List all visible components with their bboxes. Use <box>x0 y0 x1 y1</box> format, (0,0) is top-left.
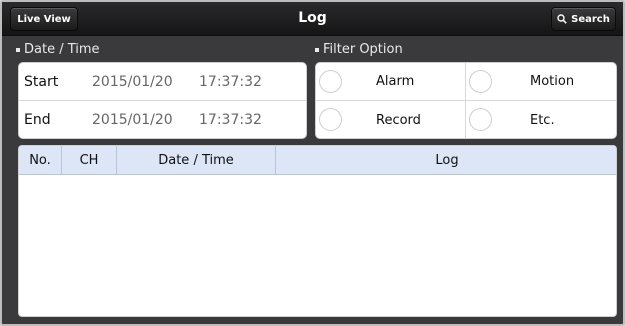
filter-option-label: Filter Option <box>323 42 403 57</box>
filter-record[interactable]: Record <box>316 101 466 139</box>
log-table-body[interactable] <box>19 175 616 316</box>
column-header-date-time[interactable]: Date / Time <box>117 146 276 175</box>
start-time[interactable]: 17:37:32 <box>199 74 262 90</box>
bullet-icon <box>315 47 319 52</box>
start-row[interactable]: Start 2015/01/20 17:37:32 <box>19 63 306 101</box>
record-radio[interactable] <box>319 108 342 131</box>
column-header-no[interactable]: No. <box>19 146 62 175</box>
start-date[interactable]: 2015/01/20 <box>92 74 173 90</box>
column-header-ch[interactable]: CH <box>62 146 117 175</box>
end-label: End <box>24 112 51 128</box>
end-row[interactable]: End 2015/01/20 17:37:32 <box>19 101 306 139</box>
search-label: Search <box>571 13 610 25</box>
top-bar: Live View Log Search <box>2 2 623 36</box>
filter-etc[interactable]: Etc. <box>466 101 616 139</box>
start-label: Start <box>24 73 59 90</box>
app-window: Live View Log Search Date / Time Filter … <box>0 0 625 326</box>
page-title: Log <box>298 10 327 26</box>
alarm-label: Alarm <box>376 74 415 89</box>
date-time-label: Date / Time <box>24 42 100 57</box>
end-date[interactable]: 2015/01/20 <box>92 112 173 128</box>
search-icon <box>557 14 567 24</box>
log-table-header: No. CH Date / Time Log <box>19 146 616 175</box>
filter-alarm[interactable]: Alarm <box>316 63 466 101</box>
bullet-icon <box>16 47 20 52</box>
etc-label: Etc. <box>530 112 555 128</box>
date-time-section-label: Date / Time <box>16 42 100 57</box>
filter-panel: Alarm Motion Record Etc. <box>315 62 617 139</box>
log-table: No. CH Date / Time Log <box>18 145 617 317</box>
date-time-panel: Start 2015/01/20 17:37:32 End 2015/01/20… <box>18 62 307 139</box>
search-button[interactable]: Search <box>551 7 616 31</box>
column-header-log[interactable]: Log <box>276 146 616 175</box>
alarm-radio[interactable] <box>319 70 342 93</box>
etc-radio[interactable] <box>469 108 492 131</box>
motion-radio[interactable] <box>469 70 492 93</box>
record-label: Record <box>376 112 421 128</box>
end-time[interactable]: 17:37:32 <box>199 112 262 128</box>
motion-label: Motion <box>530 74 575 89</box>
filter-motion[interactable]: Motion <box>466 63 616 101</box>
filter-section-label: Filter Option <box>315 42 403 57</box>
